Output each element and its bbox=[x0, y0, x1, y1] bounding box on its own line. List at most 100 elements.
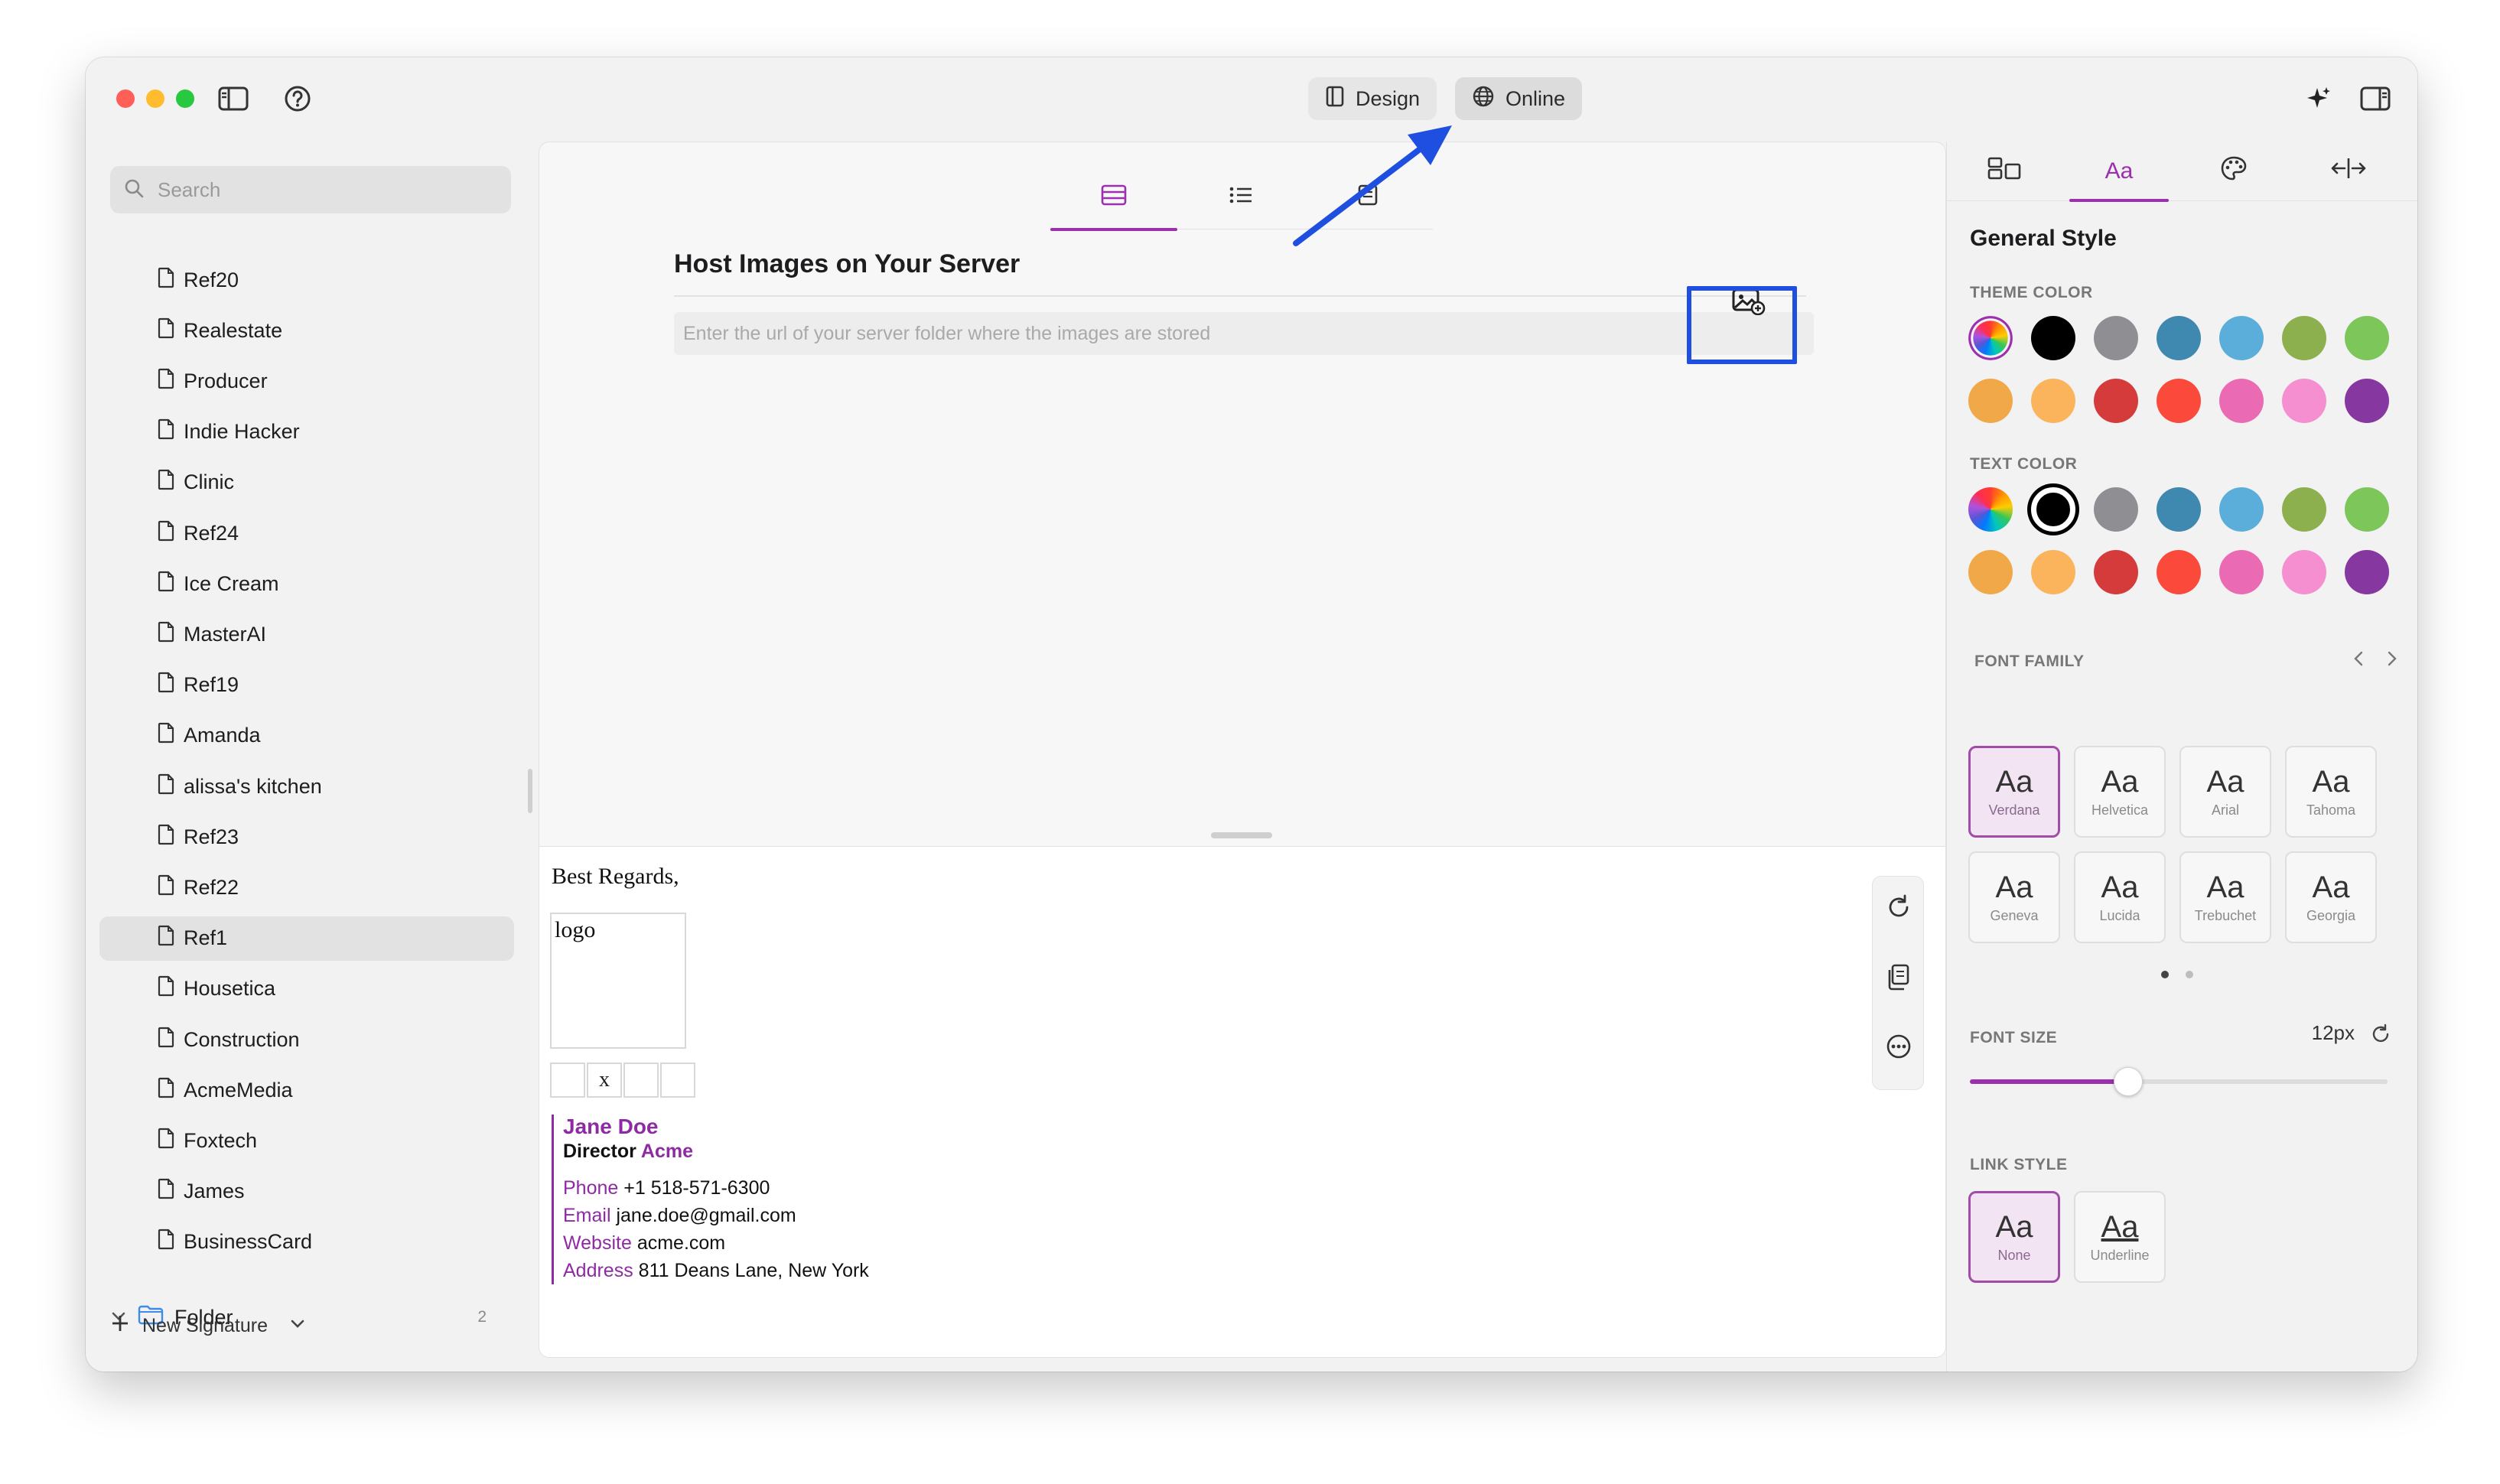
theme-color-swatch[interactable] bbox=[2157, 316, 2201, 360]
theme-color-swatch[interactable] bbox=[2219, 379, 2264, 423]
text-color-swatch[interactable] bbox=[2282, 550, 2326, 594]
refresh-icon[interactable] bbox=[1882, 890, 1916, 924]
tab-palette[interactable] bbox=[2176, 142, 2291, 201]
theme-color-swatch[interactable] bbox=[2345, 379, 2389, 423]
text-color-swatch[interactable] bbox=[1968, 550, 2013, 594]
tab-layout-settings[interactable] bbox=[1947, 142, 2062, 201]
new-signature-button[interactable]: New Signature bbox=[110, 1304, 306, 1347]
sig-social-x[interactable]: x bbox=[587, 1063, 622, 1098]
close-window-button[interactable] bbox=[116, 89, 135, 108]
zoom-window-button[interactable] bbox=[176, 89, 194, 108]
sig-social-slot[interactable] bbox=[550, 1063, 585, 1098]
sig-social-slot[interactable] bbox=[623, 1063, 659, 1098]
text-color-swatch[interactable] bbox=[2219, 487, 2264, 532]
tab-list[interactable] bbox=[1177, 164, 1304, 229]
tab-layout[interactable] bbox=[1050, 164, 1177, 231]
sig-logo[interactable]: logo bbox=[550, 913, 686, 1049]
sidebar-item[interactable]: Realestate bbox=[99, 308, 514, 353]
font-family-sample: Aa bbox=[2312, 870, 2350, 904]
font-size-slider[interactable] bbox=[1970, 1067, 2388, 1096]
font-family-option[interactable]: Aa Helvetica bbox=[2074, 746, 2166, 838]
text-color-swatch[interactable] bbox=[1968, 487, 2013, 532]
inspector-toggle-icon[interactable] bbox=[2359, 85, 2391, 112]
chevron-right-icon[interactable] bbox=[2383, 649, 2400, 672]
page-dot[interactable] bbox=[2186, 971, 2193, 978]
sidebar-toggle-icon[interactable] bbox=[217, 85, 249, 112]
text-color-swatch[interactable] bbox=[2157, 487, 2201, 532]
theme-color-swatch[interactable] bbox=[2345, 316, 2389, 360]
copy-icon[interactable] bbox=[1882, 961, 1916, 994]
search-box[interactable] bbox=[110, 166, 511, 213]
help-icon[interactable] bbox=[282, 85, 314, 112]
annotation-highlight-box bbox=[1687, 286, 1797, 364]
sidebar-resize-handle[interactable] bbox=[528, 769, 532, 813]
sidebar-item[interactable]: Producer bbox=[99, 359, 514, 403]
server-url-input[interactable] bbox=[674, 312, 1814, 355]
font-family-option[interactable]: Aa Lucida bbox=[2074, 851, 2166, 943]
sidebar-item[interactable]: Foxtech bbox=[99, 1118, 514, 1163]
font-size-slider-knob[interactable] bbox=[2114, 1067, 2144, 1096]
sidebar-item[interactable]: alissa's kitchen bbox=[99, 764, 514, 809]
font-family-option[interactable]: Aa Arial bbox=[2179, 746, 2271, 838]
sidebar-item[interactable]: Ref23 bbox=[99, 815, 514, 859]
sidebar-item[interactable]: BusinessCard bbox=[99, 1220, 514, 1264]
text-color-swatch[interactable] bbox=[2345, 550, 2389, 594]
text-color-swatch[interactable] bbox=[2031, 487, 2075, 532]
document-icon bbox=[158, 1077, 174, 1104]
text-color-swatch[interactable] bbox=[2094, 550, 2138, 594]
theme-color-swatch[interactable] bbox=[1973, 321, 2008, 356]
text-color-swatch[interactable] bbox=[2157, 550, 2201, 594]
sidebar-item[interactable]: James bbox=[99, 1170, 514, 1214]
minimize-window-button[interactable] bbox=[146, 89, 164, 108]
font-family-option[interactable]: Aa Trebuchet bbox=[2179, 851, 2271, 943]
sidebar-item[interactable]: Amanda bbox=[99, 714, 514, 758]
link-style-option[interactable]: Aa None bbox=[1968, 1191, 2060, 1283]
text-color-swatch[interactable] bbox=[2345, 487, 2389, 532]
theme-color-swatch[interactable] bbox=[2282, 379, 2326, 423]
document-icon bbox=[158, 1229, 174, 1255]
text-color-swatch[interactable] bbox=[2282, 487, 2326, 532]
sidebar-item[interactable]: Housetica bbox=[99, 967, 514, 1011]
sidebar-item[interactable]: Ref1 bbox=[99, 916, 514, 961]
font-family-option[interactable]: Aa Tahoma bbox=[2285, 746, 2377, 838]
sidebar-item[interactable]: Ref20 bbox=[99, 258, 514, 302]
theme-color-swatch[interactable] bbox=[1968, 379, 2013, 423]
sidebar-item[interactable]: Ice Cream bbox=[99, 561, 514, 606]
theme-color-swatch[interactable] bbox=[2031, 379, 2075, 423]
font-family-option[interactable]: Aa Georgia bbox=[2285, 851, 2377, 943]
chevron-left-icon[interactable] bbox=[2351, 649, 2368, 672]
online-mode-button[interactable]: Online bbox=[1455, 77, 1583, 120]
more-icon[interactable] bbox=[1882, 1030, 1916, 1063]
theme-color-swatch[interactable] bbox=[2219, 316, 2264, 360]
tab-typography[interactable]: Aa bbox=[2062, 142, 2176, 202]
search-input[interactable] bbox=[156, 177, 493, 203]
sidebar-item[interactable]: MasterAI bbox=[99, 612, 514, 656]
font-family-option[interactable]: Aa Verdana bbox=[1968, 746, 2060, 838]
chevron-down-icon[interactable] bbox=[289, 1315, 306, 1337]
sidebar-item[interactable]: Construction bbox=[99, 1017, 514, 1062]
sidebar-item[interactable]: Ref22 bbox=[99, 865, 514, 910]
design-mode-button[interactable]: Design bbox=[1308, 77, 1437, 120]
tab-width[interactable] bbox=[2291, 142, 2406, 201]
sidebar-item[interactable]: Clinic bbox=[99, 460, 514, 505]
theme-color-swatch[interactable] bbox=[2094, 379, 2138, 423]
font-family-option[interactable]: Aa Geneva bbox=[1968, 851, 2060, 943]
theme-color-swatch[interactable] bbox=[2094, 316, 2138, 360]
theme-color-swatch[interactable] bbox=[2031, 316, 2075, 360]
link-style-option[interactable]: Aa Underline bbox=[2074, 1191, 2166, 1283]
tab-document[interactable] bbox=[1304, 164, 1431, 229]
reset-font-size-icon[interactable] bbox=[2369, 1023, 2392, 1050]
split-resize-handle[interactable] bbox=[1211, 832, 1272, 838]
sig-social-slot[interactable] bbox=[660, 1063, 695, 1098]
text-color-swatch[interactable] bbox=[2094, 487, 2138, 532]
text-color-swatch[interactable] bbox=[2031, 550, 2075, 594]
text-color-swatch[interactable] bbox=[2219, 550, 2264, 594]
theme-color-swatch[interactable] bbox=[2157, 379, 2201, 423]
sidebar-item[interactable]: Ref19 bbox=[99, 663, 514, 708]
page-dot[interactable] bbox=[2161, 971, 2169, 978]
sidebar-item[interactable]: Indie Hacker bbox=[99, 410, 514, 454]
sparkle-icon[interactable] bbox=[2303, 85, 2335, 112]
sidebar-item[interactable]: AcmeMedia bbox=[99, 1068, 514, 1112]
theme-color-swatch[interactable] bbox=[2282, 316, 2326, 360]
sidebar-item[interactable]: Ref24 bbox=[99, 511, 514, 555]
